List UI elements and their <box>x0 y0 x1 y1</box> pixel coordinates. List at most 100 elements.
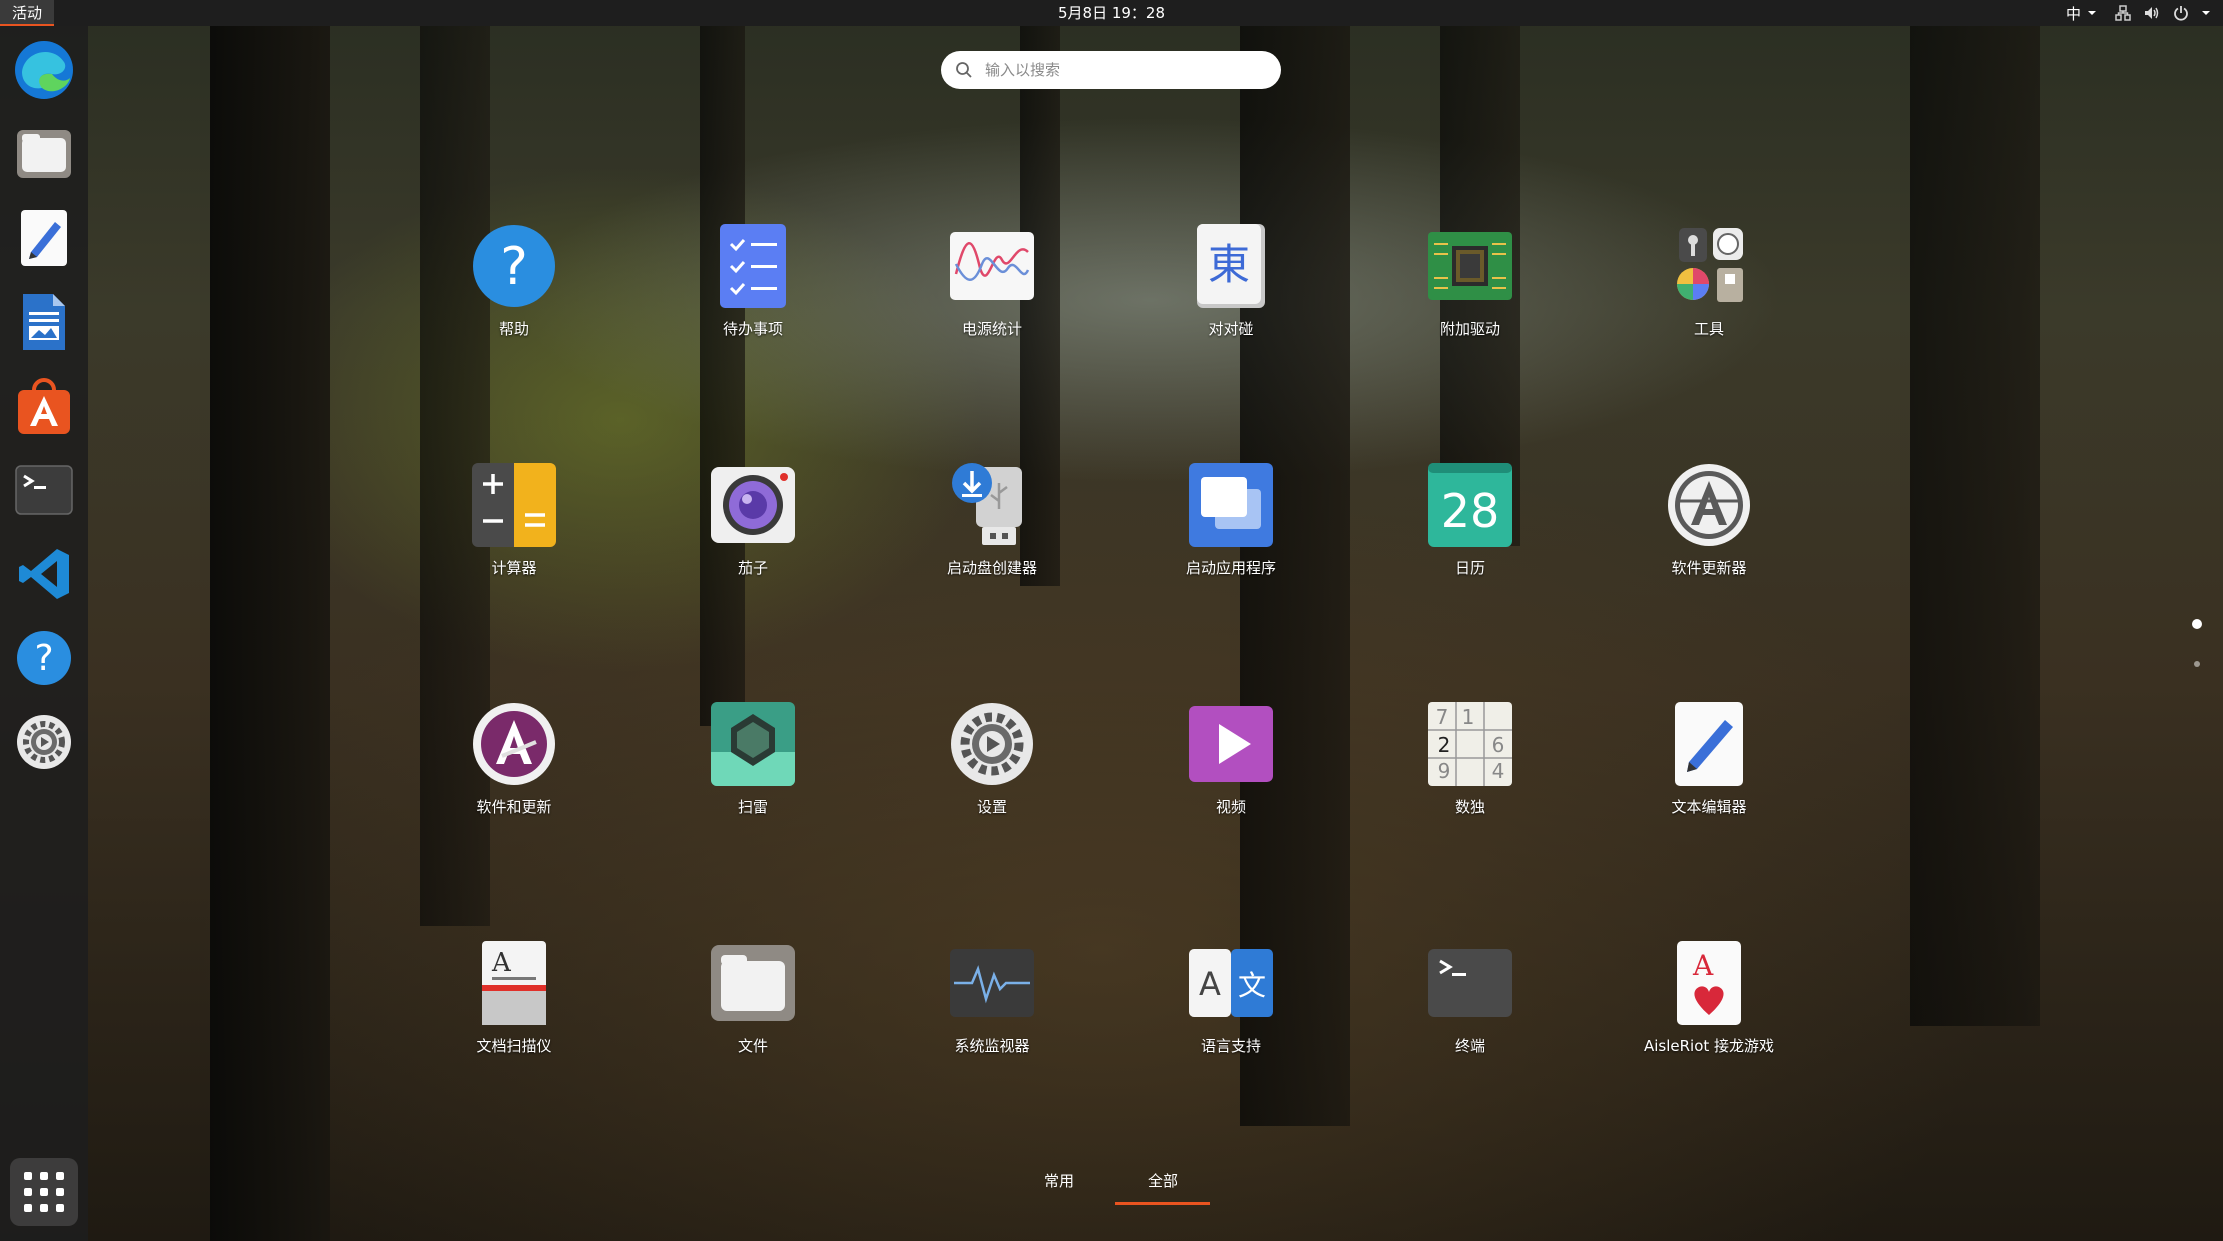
background-tree <box>700 26 745 726</box>
app-additional-drivers[interactable]: 附加驱动 <box>1370 224 1570 364</box>
app-videos[interactable]: 视频 <box>1131 702 1331 842</box>
edge-icon <box>15 41 73 99</box>
app-label: AisleRiot 接龙游戏 <box>1643 1037 1775 1055</box>
app-label: 终端 <box>1454 1037 1485 1055</box>
sudoku-icon: 7 12 6 9 4 <box>1428 702 1512 786</box>
app-terminal[interactable]: 终端 <box>1370 941 1570 1081</box>
dock-item-writer[interactable] <box>10 288 78 356</box>
app-label: 启动应用程序 <box>1185 559 1276 577</box>
app-todo[interactable]: 待办事项 <box>653 224 853 364</box>
terminal-icon <box>1428 949 1512 1017</box>
dock-item-help[interactable]: ? <box>10 624 78 692</box>
page-indicator-2[interactable] <box>2194 661 2200 667</box>
app-label: 系统监视器 <box>954 1037 1030 1055</box>
system-monitor-icon <box>950 949 1034 1017</box>
top-bar: 活动 5月8日 19：28 中 <box>0 0 2223 26</box>
app-label: 电源统计 <box>961 320 1022 338</box>
app-software-updater[interactable]: 软件更新器 <box>1609 463 1809 603</box>
dock-item-software-center[interactable] <box>10 372 78 440</box>
svg-text:A: A <box>1199 965 1221 1003</box>
app-calculator[interactable]: 计算器 <box>414 463 614 603</box>
volume-icon <box>2145 7 2159 19</box>
app-files[interactable]: 文件 <box>653 941 853 1081</box>
dock-item-edge[interactable] <box>10 36 78 104</box>
app-sudoku[interactable]: 712 6 9 4 数独 <box>1370 702 1570 842</box>
text-editor-icon <box>1675 702 1743 786</box>
app-mines[interactable]: 扫雷 <box>653 702 853 842</box>
app-grid-icon <box>24 1172 64 1212</box>
search-box[interactable] <box>941 51 1281 89</box>
system-menu[interactable] <box>2115 5 2211 21</box>
dock-item-settings[interactable] <box>10 708 78 776</box>
help-icon: ? <box>473 225 555 307</box>
tab-frequent[interactable]: 常用 <box>1011 1170 1107 1191</box>
app-label: 工具 <box>1693 320 1724 338</box>
help-icon: ? <box>17 631 71 685</box>
svg-text:2: 2 <box>1438 733 1451 757</box>
app-label: 计算器 <box>491 559 537 577</box>
app-label: 数独 <box>1454 798 1485 816</box>
app-label: 帮助 <box>498 320 529 338</box>
network-icon <box>2115 5 2131 21</box>
svg-text:9: 9 <box>1438 759 1451 783</box>
software-properties-icon <box>473 703 555 785</box>
app-document-scanner[interactable]: A 文档扫描仪 <box>414 941 614 1081</box>
mahjongg-icon: 東 <box>1197 224 1265 308</box>
activities-button[interactable]: 活动 <box>0 0 55 26</box>
show-applications-button[interactable] <box>10 1158 78 1226</box>
utilities-folder-icon <box>1677 228 1743 302</box>
app-text-editor[interactable]: 文本编辑器 <box>1609 702 1809 842</box>
app-label: 设置 <box>976 798 1007 816</box>
dock-item-files[interactable] <box>10 120 78 188</box>
app-calendar[interactable]: 28 日历 <box>1370 463 1570 603</box>
app-language-support[interactable]: A文 语言支持 <box>1131 941 1331 1081</box>
input-method-indicator[interactable]: 中 <box>2066 3 2097 24</box>
svg-text:?: ? <box>500 237 528 297</box>
svg-text:1: 1 <box>1462 705 1475 729</box>
svg-text:7: 7 <box>1436 705 1449 729</box>
app-startup-applications[interactable]: 启动应用程序 <box>1131 463 1331 603</box>
app-label: 附加驱动 <box>1439 320 1500 338</box>
app-label: 文本编辑器 <box>1671 798 1747 816</box>
chevron-down-icon <box>2088 11 2096 15</box>
app-mahjongg[interactable]: 東 对对碰 <box>1131 224 1331 364</box>
chevron-down-icon <box>2202 11 2210 15</box>
svg-text:文: 文 <box>1238 969 1266 1002</box>
svg-text:A: A <box>1692 949 1714 982</box>
power-icon <box>2174 6 2188 21</box>
videos-icon <box>1189 706 1273 782</box>
app-label: 软件更新器 <box>1671 559 1747 577</box>
app-label: 语言支持 <box>1200 1037 1261 1055</box>
files-icon <box>17 130 71 178</box>
settings-icon <box>17 715 71 769</box>
search-input[interactable] <box>983 60 1267 80</box>
power-statistics-icon <box>950 232 1034 300</box>
app-help[interactable]: ? 帮助 <box>414 224 614 364</box>
svg-text:A: A <box>491 948 512 978</box>
app-label: 文档扫描仪 <box>476 1037 552 1055</box>
dock-item-terminal[interactable] <box>10 456 78 524</box>
writer-icon <box>23 294 65 350</box>
clock[interactable]: 5月8日 19：28 <box>1058 0 1165 26</box>
svg-text:?: ? <box>34 638 53 679</box>
background-tree <box>1910 26 2040 1026</box>
app-power-statistics[interactable]: 电源统计 <box>892 224 1092 364</box>
app-label: 日历 <box>1454 559 1485 577</box>
app-system-monitor[interactable]: 系统监视器 <box>892 941 1092 1081</box>
app-folder-utilities[interactable]: 工具 <box>1609 224 1809 364</box>
usb-creator-icon <box>952 463 1022 545</box>
dock-item-vscode[interactable] <box>10 540 78 608</box>
svg-text:4: 4 <box>1492 759 1505 783</box>
app-settings[interactable]: 设置 <box>892 702 1092 842</box>
dock-item-text-editor[interactable] <box>10 204 78 272</box>
app-cheese[interactable]: 茄子 <box>653 463 853 603</box>
tab-all[interactable]: 全部 <box>1115 1170 1211 1191</box>
app-software-properties[interactable]: 软件和更新 <box>414 702 614 842</box>
settings-icon <box>951 703 1033 785</box>
app-aisleriot[interactable]: A AisleRiot 接龙游戏 <box>1609 941 1809 1081</box>
app-usb-creator[interactable]: 启动盘创建器 <box>892 463 1092 603</box>
text-editor-icon <box>21 210 67 266</box>
calendar-icon: 28 <box>1428 463 1512 547</box>
page-indicator-1[interactable] <box>2192 619 2202 629</box>
mines-icon <box>711 702 795 786</box>
